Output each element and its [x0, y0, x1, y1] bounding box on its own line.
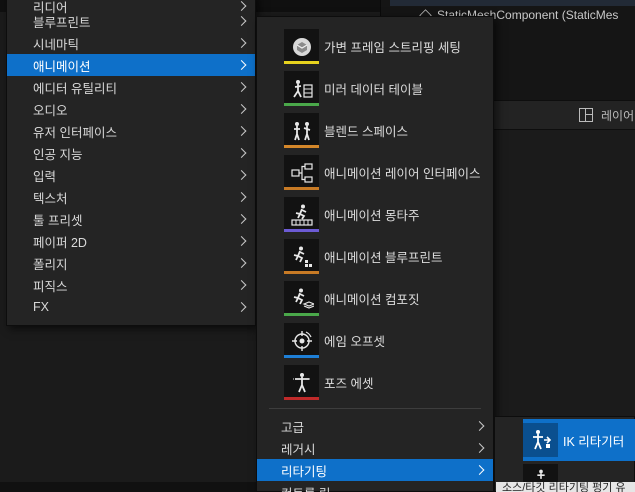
menu-item-legacy[interactable]: 레거시 [257, 437, 493, 459]
ik-retargeter-icon [523, 423, 558, 457]
asset-label: 애니메이션 블루프린트 [324, 250, 443, 265]
menu-item-input[interactable]: 입력 [7, 164, 255, 186]
menu-item-physics[interactable]: 피직스 [7, 274, 255, 296]
asset-item-variable-frame-strip[interactable]: 가변 프레임 스트리핑 세팅 [257, 25, 493, 67]
chevron-right-icon [236, 38, 247, 48]
chevron-right-icon [236, 148, 247, 158]
tooltip: 소스/타깃 리타기팅 펑기 유 [496, 482, 635, 492]
anim-composite-icon [284, 281, 319, 316]
details-toolbar: 레이어 [494, 100, 635, 130]
layer-label[interactable]: 레이어 [601, 107, 634, 124]
chevron-right-icon [474, 465, 485, 475]
asset-item-mirror-data-table[interactable]: 미러 데이터 테이블 [257, 67, 493, 109]
anim-blueprint-icon [284, 239, 319, 274]
menu-item-texture[interactable]: 텍스처 [7, 186, 255, 208]
menu-item-animation[interactable]: 애니메이션 [7, 54, 255, 76]
asset-label: 애니메이션 레이어 인터페이스 [324, 166, 481, 181]
asset-label: 포즈 에셋 [324, 376, 374, 391]
menu-item-ai[interactable]: 인공 지능 [7, 142, 255, 164]
menu-item-tool-presets[interactable]: 툴 프리셋 [7, 208, 255, 230]
chevron-right-icon [236, 104, 247, 114]
asset-item-blend-space[interactable]: 블렌드 스페이스 [257, 109, 493, 151]
chevron-right-icon [236, 236, 247, 246]
chevron-right-icon [236, 60, 247, 70]
chevron-right-icon [236, 280, 247, 290]
asset-item-aim-offset[interactable]: 에임 오프셋 [257, 319, 493, 361]
asset-item-ik-retargeter[interactable]: IK 리타기터 [523, 419, 635, 461]
menu-item-advanced[interactable]: 고급 [257, 415, 493, 437]
menu-item-control-rig[interactable]: 컨트롤 릭 [257, 481, 493, 492]
asset-label: 애니메이션 몽타주 [324, 208, 420, 223]
chevron-right-icon [236, 258, 247, 268]
chevron-right-icon [236, 214, 247, 224]
menu-separator [269, 408, 481, 409]
menu-item-foliage[interactable]: 폴리지 [7, 252, 255, 274]
asset-item-anim-layer-interface[interactable]: 애니메이션 레이어 인터페이스 [257, 151, 493, 193]
pose-asset-icon [284, 365, 319, 400]
chevron-right-icon [236, 126, 247, 136]
asset-item-anim-composite[interactable]: 애니메이션 컴포짓 [257, 277, 493, 319]
category-menu: 리디어 블루프린트 시네마틱 애니메이션 에디터 유틸리티 오디오 유저 인터페… [6, 0, 256, 326]
animation-submenu: 가변 프레임 스트리핑 세팅 미러 데이터 테이블 블렌드 스페이스 애니메이션… [256, 16, 494, 492]
chevron-right-icon [236, 170, 247, 180]
menu-item-blueprint[interactable]: 블루프린트 [7, 10, 255, 32]
asset-label: 블렌드 스페이스 [324, 124, 408, 139]
menu-item-editor-utilities[interactable]: 에디터 유틸리티 [7, 76, 255, 98]
chevron-right-icon [236, 16, 247, 26]
menu-item-cinematics[interactable]: 시네마틱 [7, 32, 255, 54]
asset-item-anim-montage[interactable]: 애니메이션 몽타주 [257, 193, 493, 235]
menu-item-audio[interactable]: 오디오 [7, 98, 255, 120]
montage-icon [284, 197, 319, 232]
asset-item-pose-asset[interactable]: 포즈 에셋 [257, 361, 493, 403]
retargeting-submenu: IK 리타기터 [494, 416, 635, 492]
menu-item-retargeting[interactable]: 리타기팅 [257, 459, 493, 481]
mirror-table-icon [284, 71, 319, 106]
blend-space-icon [284, 113, 319, 148]
chevron-right-icon [236, 192, 247, 202]
aim-offset-icon [284, 323, 319, 358]
ik-retargeter-label: IK 리타기터 [563, 434, 625, 449]
asset-label: 가변 프레임 스트리핑 세팅 [324, 40, 461, 55]
menu-item-fx[interactable]: FX [7, 296, 255, 318]
asset-label: 에임 오프셋 [324, 334, 385, 349]
chevron-right-icon [236, 82, 247, 92]
asset-label: 미러 데이터 테이블 [324, 82, 423, 97]
menu-item-paper2d[interactable]: 페이퍼 2D [7, 230, 255, 252]
menu-item-user-interface[interactable]: 유저 인터페이스 [7, 120, 255, 142]
layout-icon[interactable] [579, 108, 593, 122]
chevron-right-icon [236, 302, 247, 312]
asset-label: 애니메이션 컴포짓 [324, 292, 420, 307]
asset-item-anim-blueprint[interactable]: 애니메이션 블루프린트 [257, 235, 493, 277]
chevron-right-icon [474, 443, 485, 453]
layer-interface-icon [284, 155, 319, 190]
outliner-header [390, 0, 635, 6]
variable-frame-strip-icon [284, 29, 319, 64]
chevron-right-icon [474, 421, 485, 431]
